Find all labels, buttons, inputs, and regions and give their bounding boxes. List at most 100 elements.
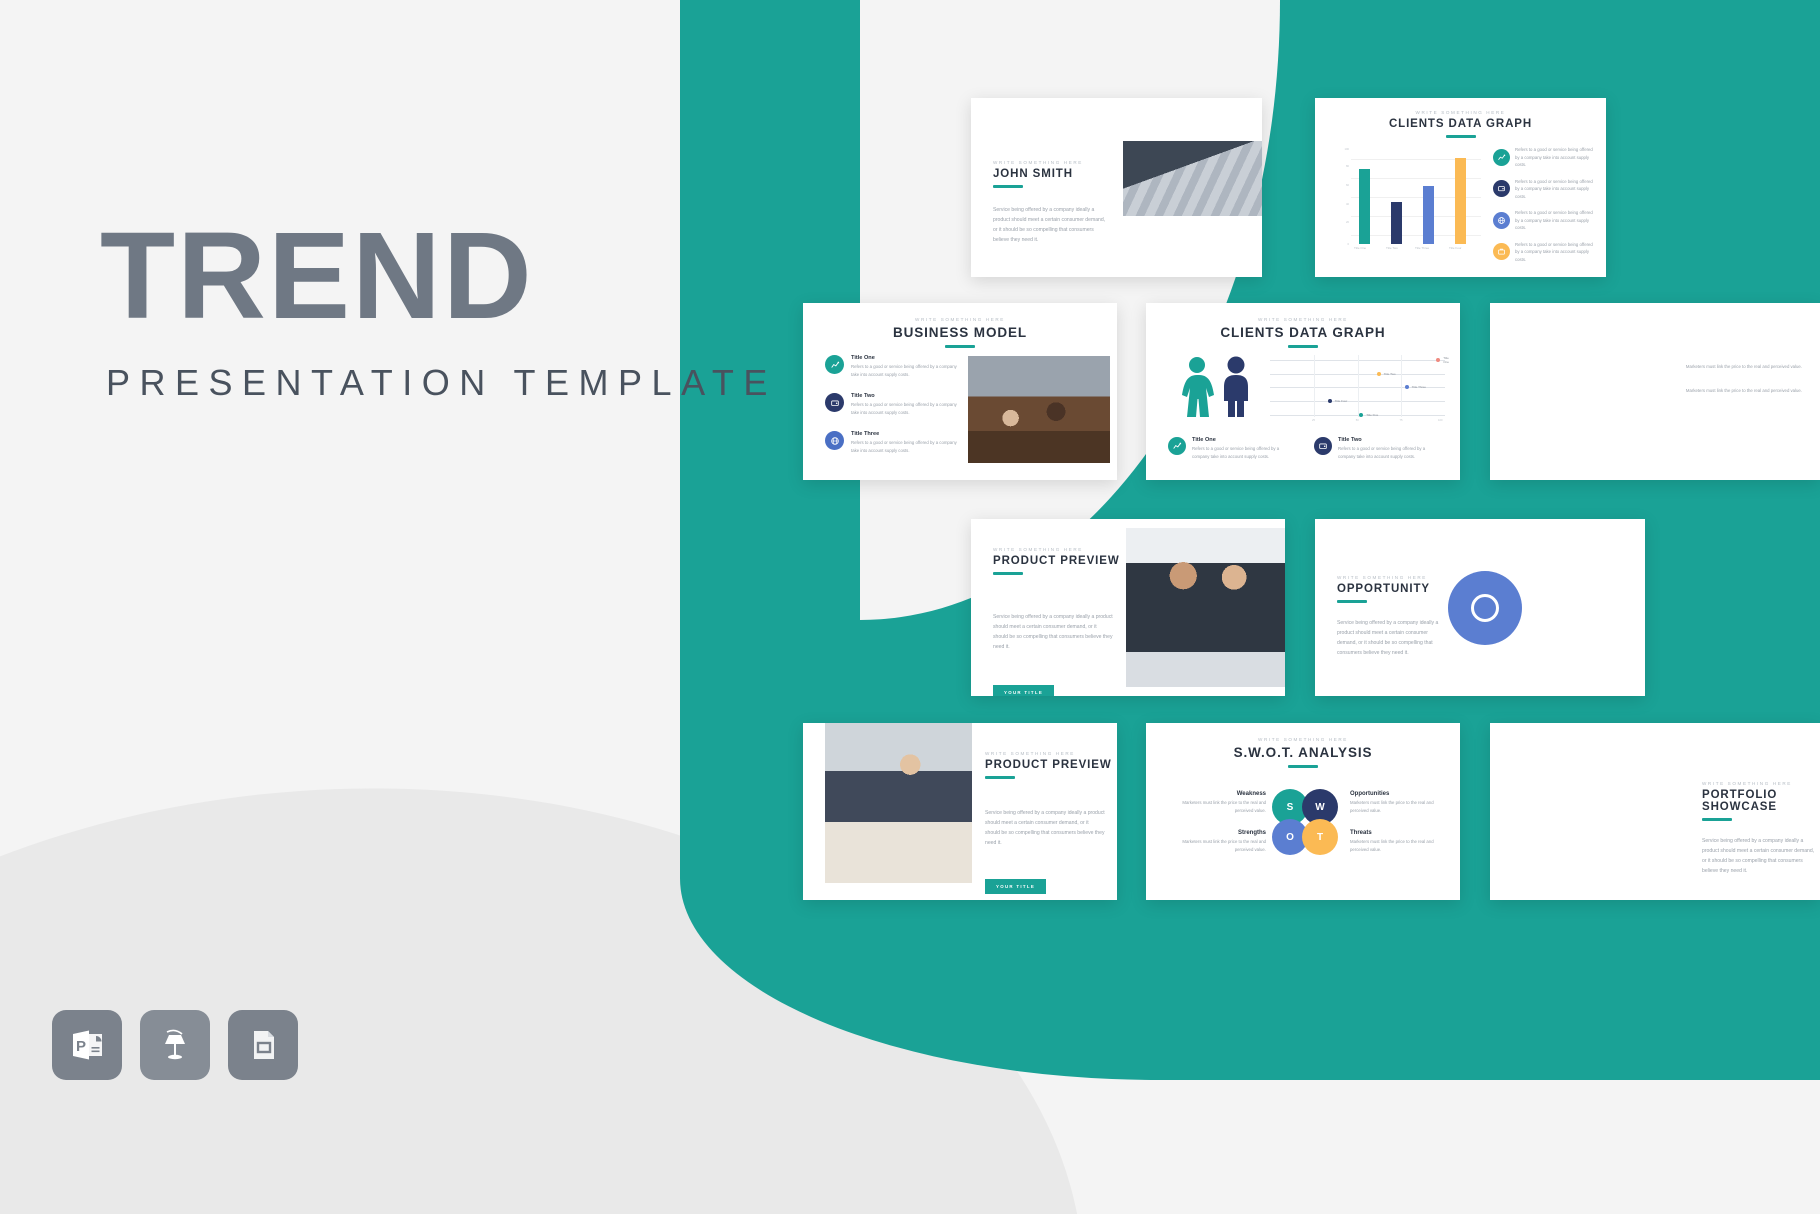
title-rule (985, 776, 1015, 779)
slide-eyebrow: WRITE SOMETHING HERE (1337, 575, 1427, 580)
legend-text: Refers to a good or service being offere… (1515, 178, 1593, 199)
meeting-photo (968, 356, 1110, 463)
slide-body: Service being offered by a company ideal… (1702, 838, 1815, 874)
item-desc: Marketers must link the price to the rea… (1350, 800, 1434, 813)
dot-chart: Title One Title Two Title Three Title Fo… (1270, 355, 1449, 427)
slide-product-preview-2[interactable]: WRITE SOMETHING HERE PRODUCT PREVIEW Ser… (803, 723, 1117, 900)
item-desc: Marketers must link the price to the rea… (1182, 839, 1266, 852)
your-title-button[interactable]: YOUR TITLE (993, 684, 1055, 696)
chart-line-icon (1493, 148, 1510, 166)
slide-title-line2: SHOWCASE (1702, 801, 1777, 813)
slide-eyebrow: WRITE SOMETHING HERE (1702, 781, 1792, 786)
slide-portfolio-showcase[interactable]: WRITE SOMETHING HERE PORTFOLIO SHOWCASE … (1490, 723, 1820, 900)
item-desc: Marketers must link the price to the rea… (1350, 839, 1434, 852)
chart-line-icon (825, 355, 844, 374)
item-title: Weakness (1236, 791, 1266, 797)
dot-title-one (1436, 357, 1440, 362)
bottom-legend: Title One Refers to a good or service be… (1168, 437, 1438, 460)
legend-item[interactable]: Title Two Refers to a good or service be… (1314, 437, 1438, 460)
opportunity-badge: O (1448, 571, 1522, 645)
powerpoint-icon[interactable]: P (52, 1010, 122, 1080)
item-title: Opportunities (1350, 791, 1390, 797)
slide-eyebrow: WRITE SOMETHING HERE (1258, 737, 1348, 742)
poster-canvas: TREND PRESENTATION TEMPLATE P WRITE SOME… (0, 0, 1820, 1214)
list-item[interactable]: Title Two Refers to a good or service be… (825, 393, 965, 416)
format-icon-group: P (52, 1010, 298, 1080)
item-desc: Marketers must link the price to the rea… (1685, 387, 1802, 393)
wallet-icon (1314, 437, 1332, 455)
keynote-icon[interactable] (140, 1010, 210, 1080)
legend-item: Refers to a good or service being offere… (1493, 178, 1598, 201)
slide-clients-bar[interactable]: WRITE SOMETHING HERE CLIENTS DATA GRAPH (1315, 98, 1606, 277)
slide-title: PRODUCT PREVIEW (993, 555, 1120, 567)
legend-text: Refers to a good or service being offere… (1515, 241, 1593, 262)
slide-body: Service being offered by a company ideal… (1337, 620, 1439, 656)
slide-eyebrow: WRITE SOMETHING HERE (915, 317, 1005, 322)
team-photo (1126, 528, 1285, 687)
bar-chart: 100 80 60 40 20 0 Title One Title Two Ti… (1341, 148, 1481, 256)
slide-clients-dot[interactable]: WRITE SOMETHING HERE CLIENTS DATA GRAPH (1146, 303, 1460, 480)
title-rule (993, 572, 1023, 575)
item-title: Title Two (1338, 437, 1362, 443)
item-desc: Refers to a good or service being offere… (1338, 446, 1426, 459)
slide-eyebrow: WRITE SOMETHING HERE (1258, 317, 1348, 322)
people-pictogram (1182, 356, 1248, 417)
slide-eyebrow: WRITE SOMETHING HERE (993, 160, 1083, 165)
item-title: Strengths (1237, 830, 1266, 837)
bar-title-two (1391, 201, 1402, 244)
dot-title-five (1359, 412, 1363, 417)
google-slides-icon[interactable] (228, 1010, 298, 1080)
slide-title: PORTFOLIO (1702, 789, 1778, 801)
slide-eyebrow: WRITE SOMETHING HERE (985, 751, 1075, 756)
list-item[interactable]: Title Three Refers to a good or service … (825, 431, 965, 454)
swot-left: Weakness Marketers must link the price t… (1166, 791, 1266, 853)
wallet-icon (825, 393, 844, 413)
list-item[interactable]: Title One Refers to a good or service be… (825, 355, 965, 378)
page-title: TREND (100, 208, 534, 345)
slide-title: PRODUCT PREVIEW (985, 759, 1112, 771)
item-title: Title Two (851, 393, 875, 400)
title-rule (1288, 345, 1318, 348)
slide-title: CLIENTS DATA GRAPH (1220, 325, 1386, 340)
title-rule (1445, 135, 1476, 138)
slide-product-preview-1[interactable]: WRITE SOMETHING HERE PRODUCT PREVIEW Ser… (971, 519, 1285, 696)
legend-item: Refers to a good or service being offere… (1493, 209, 1598, 232)
bar-title-three (1423, 185, 1434, 244)
portrait-photo (1123, 141, 1262, 216)
item-desc: Marketers must link the price to the rea… (1685, 364, 1802, 369)
slide-business-model[interactable]: WRITE SOMETHING HERE BUSINESS MODEL Titl… (803, 303, 1117, 480)
globe-icon (1493, 211, 1510, 229)
bar-title-four (1455, 157, 1466, 244)
dot-title-two (1376, 371, 1381, 376)
slide-body: Service being offered by a company ideal… (985, 810, 1105, 846)
slide-eyebrow: WRITE SOMETHING HERE (1415, 110, 1506, 115)
your-title-button[interactable]: YOUR TITLE (985, 878, 1047, 894)
dot-title-four (1327, 398, 1332, 403)
title-rule (945, 345, 975, 348)
slide-body: Service being offered by a company ideal… (993, 614, 1113, 650)
item-desc: Refers to a good or service being offere… (1192, 446, 1280, 459)
chart-legend: Refers to a good or service being offere… (1493, 146, 1598, 263)
item-desc: Refers to a good or service being offere… (851, 440, 957, 453)
item-title: Title One (851, 355, 875, 361)
slide-title: S.W.O.T. ANALYSIS (1233, 745, 1373, 760)
item-title: Title Three (851, 431, 880, 438)
item-desc: Refers to a good or service being offere… (851, 364, 957, 377)
legend-item[interactable]: Title One Refers to a good or service be… (1168, 437, 1292, 460)
slide-opportunity[interactable]: WRITE SOMETHING HERE OPPORTUNITY Service… (1315, 519, 1645, 696)
wallet-icon (1493, 180, 1510, 198)
globe-icon (825, 431, 844, 451)
slide-john-smith[interactable]: WRITE SOMETHING HERE JOHN SMITH Service … (971, 98, 1262, 277)
item-title: Title One (1192, 437, 1216, 443)
desk-photo (825, 723, 972, 883)
swot-t[interactable]: T (1302, 819, 1338, 855)
slide-swot[interactable]: WRITE SOMETHING HERE S.W.O.T. ANALYSIS W… (1146, 723, 1460, 900)
slide-partial-right-mid[interactable]: Marketers must link the price to the rea… (1490, 303, 1820, 480)
hero-block: TREND PRESENTATION TEMPLATE (100, 208, 767, 404)
legend-text: Refers to a good or service being offere… (1515, 210, 1593, 231)
title-rule (1702, 818, 1732, 821)
slide-eyebrow: WRITE SOMETHING HERE (993, 547, 1083, 552)
swot-right: Opportunities Marketers must link the pr… (1350, 791, 1450, 853)
slide-title: JOHN SMITH (993, 168, 1073, 180)
slide-title: CLIENTS DATA GRAPH (1388, 118, 1533, 130)
